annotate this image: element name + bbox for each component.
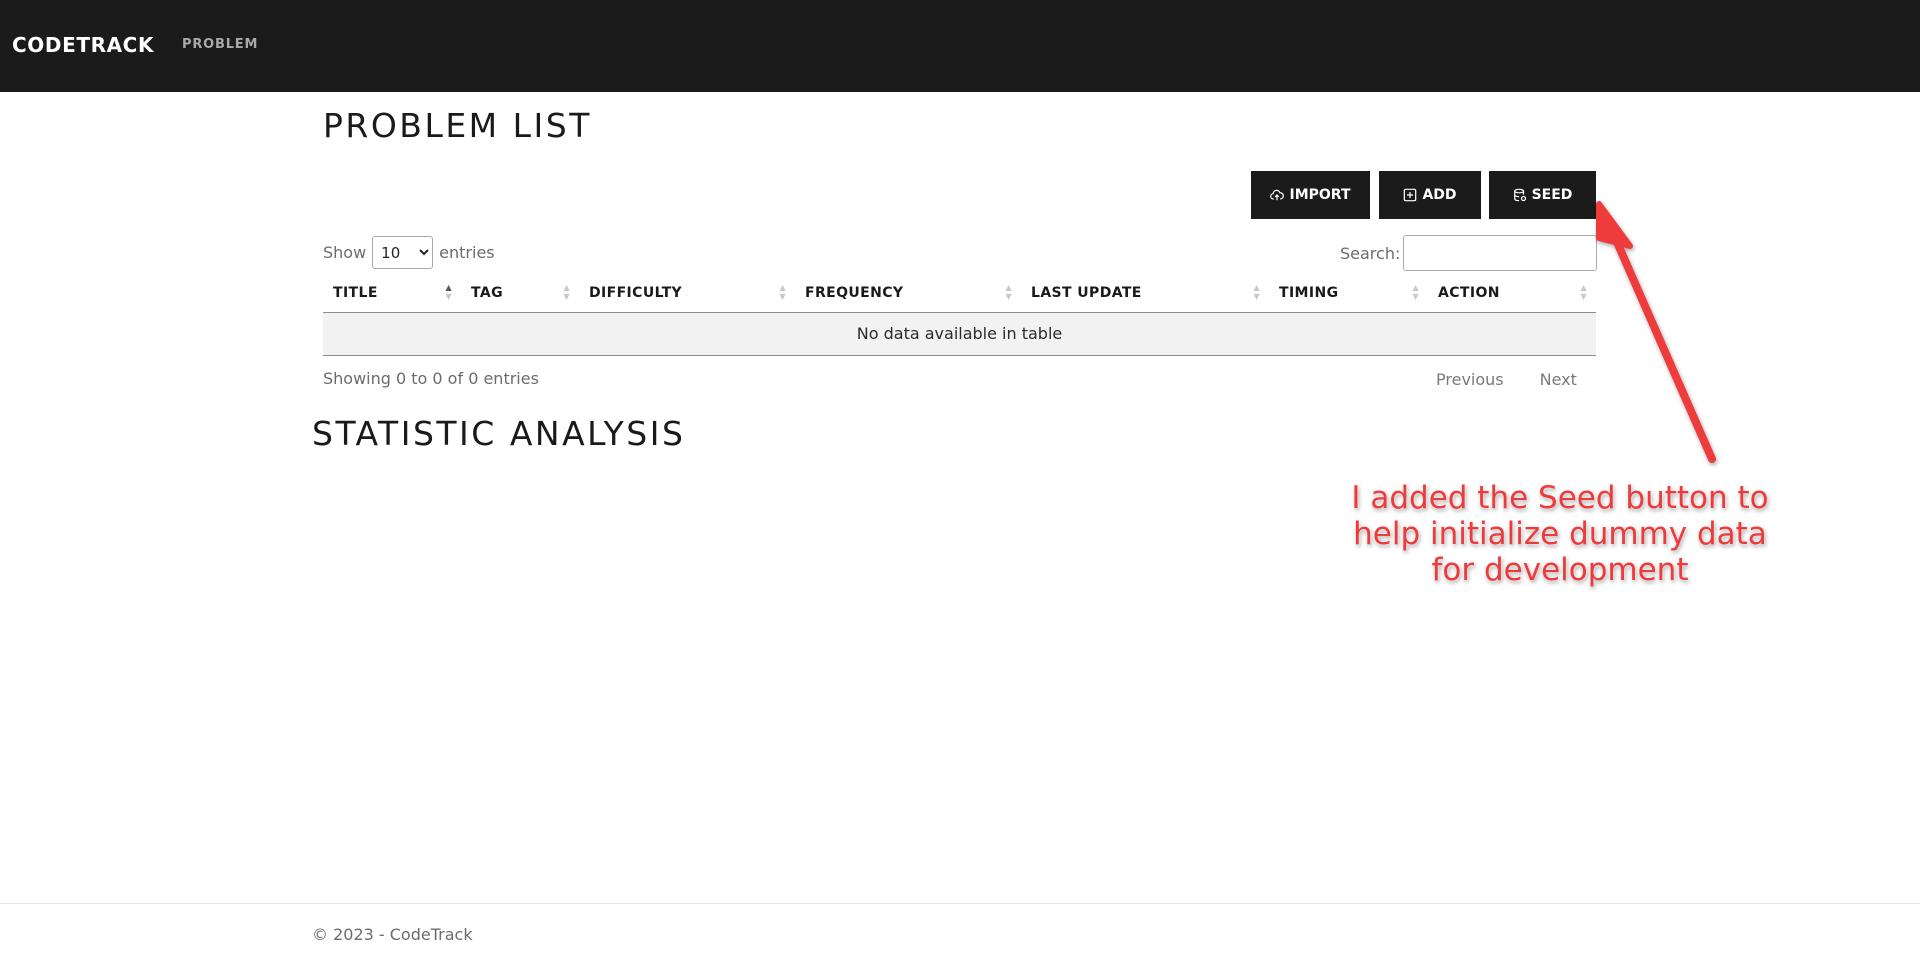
- sort-icon: ▲ ▼: [563, 283, 570, 301]
- import-button[interactable]: IMPORT: [1251, 171, 1370, 219]
- footer-copyright: © 2023 - CodeTrack: [312, 925, 473, 944]
- annotation-note: I added the Seed button to help initiali…: [1340, 480, 1780, 588]
- problem-table: TITLE ▲ ▼ TAG ▲ ▼ DIFFICULTY ▲ ▼ FREQUENCY ▲ ▼ L…: [323, 275, 1596, 356]
- pagination: Previous Next: [1436, 370, 1577, 389]
- column-header-last-update[interactable]: LAST UPDATE ▲ ▼: [1021, 275, 1269, 313]
- footer: © 2023 - CodeTrack: [0, 903, 1920, 963]
- column-header-tag[interactable]: TAG ▲ ▼: [461, 275, 579, 313]
- annotation-line: help initialize dummy data: [1353, 516, 1767, 552]
- empty-table-message: No data available in table: [323, 312, 1596, 356]
- add-button[interactable]: ADD: [1379, 171, 1481, 219]
- sort-icon: ▲ ▼: [1005, 283, 1012, 301]
- search-control: Search:: [1340, 235, 1598, 271]
- column-header-difficulty[interactable]: DIFFICULTY ▲ ▼: [579, 275, 795, 313]
- table-row-empty: No data available in table: [323, 312, 1596, 356]
- pagination-next[interactable]: Next: [1540, 370, 1577, 389]
- sort-icon: ▲ ▼: [779, 283, 786, 301]
- database-icon: [1513, 188, 1526, 202]
- annotation-line: I added the Seed button to: [1351, 480, 1769, 516]
- brand-logo[interactable]: CODETRACK: [12, 33, 154, 57]
- page-title: PROBLEM LIST: [323, 106, 592, 145]
- column-header-timing[interactable]: TIMING ▲ ▼: [1269, 275, 1428, 313]
- search-label: Search:: [1340, 243, 1401, 263]
- annotation-line: for development: [1431, 552, 1689, 588]
- sort-icon: ▲ ▼: [1412, 283, 1419, 301]
- table-info: Showing 0 to 0 of 0 entries: [323, 369, 539, 388]
- nav-link-problem[interactable]: PROBLEM: [182, 37, 258, 52]
- seed-button-label: SEED: [1531, 187, 1573, 203]
- import-button-label: IMPORT: [1289, 187, 1351, 203]
- cloud-upload-icon: [1270, 189, 1285, 201]
- column-header-frequency[interactable]: FREQUENCY ▲ ▼: [795, 275, 1021, 313]
- length-prefix: Show: [323, 243, 367, 262]
- column-header-action[interactable]: ACTION ▲ ▼: [1428, 275, 1596, 313]
- entries-length-control: Show 10 entries: [323, 236, 495, 269]
- section-title-statistic: STATISTIC ANALYSIS: [312, 414, 686, 453]
- column-header-title[interactable]: TITLE ▲ ▼: [323, 275, 461, 313]
- pagination-previous[interactable]: Previous: [1436, 370, 1504, 389]
- navbar: CODETRACK PROBLEM: [0, 0, 1920, 92]
- plus-square-icon: [1404, 188, 1417, 202]
- sort-asc-icon: ▲ ▼: [445, 283, 452, 301]
- search-input[interactable]: [1403, 235, 1598, 271]
- table-header-row: TITLE ▲ ▼ TAG ▲ ▼ DIFFICULTY ▲ ▼ FREQUENCY ▲ ▼ L…: [323, 275, 1596, 313]
- seed-button[interactable]: SEED: [1489, 171, 1596, 219]
- length-suffix: entries: [439, 243, 495, 262]
- entries-per-page-select[interactable]: 10: [372, 236, 434, 269]
- add-button-label: ADD: [1422, 187, 1457, 203]
- sort-icon: ▲ ▼: [1253, 283, 1260, 301]
- sort-icon: ▲ ▼: [1580, 283, 1587, 301]
